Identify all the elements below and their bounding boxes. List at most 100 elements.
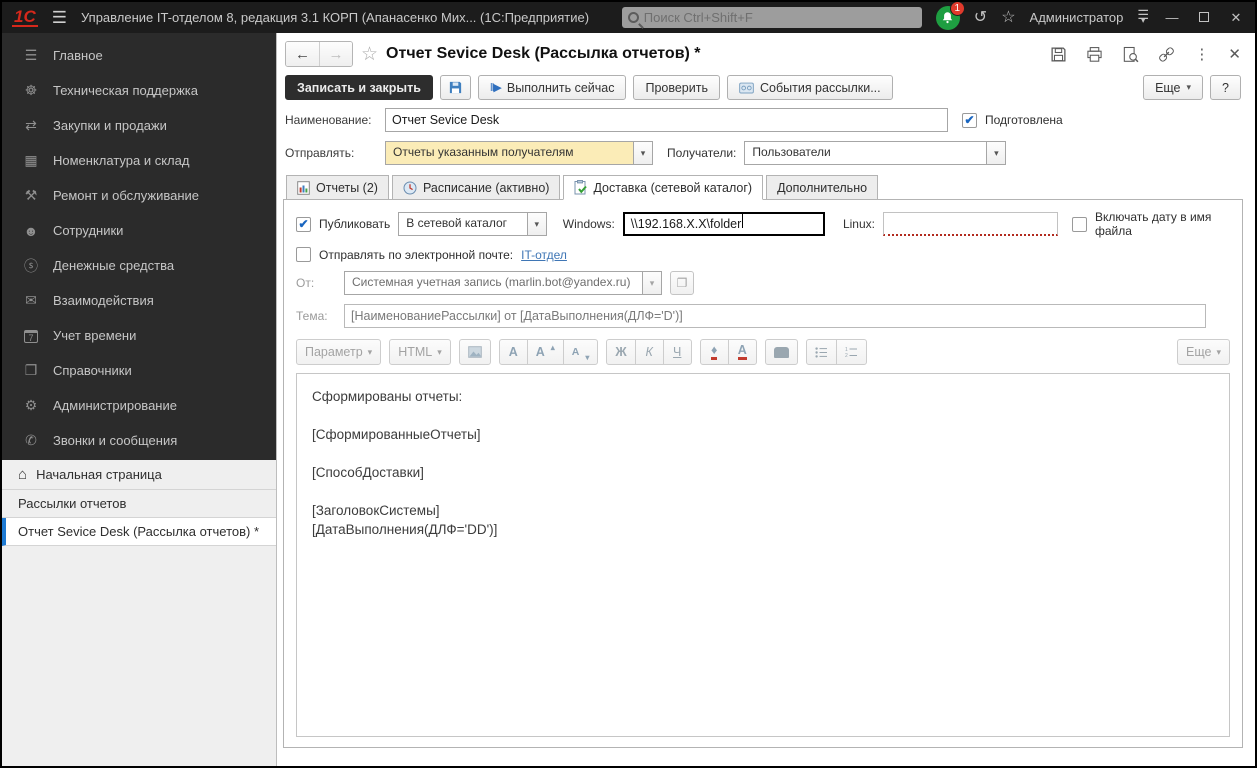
- sidebar-item-timetracking[interactable]: 7 Учет времени: [2, 318, 276, 353]
- main-menu-icon[interactable]: ☰: [52, 8, 67, 28]
- sidebar-item-repair[interactable]: ⚒ Ремонт и обслуживание: [2, 178, 276, 213]
- sidebar-item-calls[interactable]: ✆ Звонки и сообщения: [2, 423, 276, 458]
- send-mode-combobox[interactable]: Отчеты указанным получателям ▾: [385, 141, 653, 165]
- tab-additional[interactable]: Дополнительно: [766, 175, 878, 200]
- up-mark-icon: ▴: [551, 343, 555, 352]
- include-date-checkbox[interactable]: [1072, 217, 1087, 232]
- check-button[interactable]: Проверить: [633, 75, 720, 100]
- sidebar-item-label: Ремонт и обслуживание: [53, 188, 199, 203]
- send-email-checkbox[interactable]: [296, 247, 311, 262]
- tab-schedule[interactable]: Расписание (активно): [392, 175, 560, 200]
- search-input[interactable]: [644, 10, 916, 25]
- sidebar-item-catalogs[interactable]: ❐ Справочники: [2, 353, 276, 388]
- dropdown-arrow-icon: ▾: [642, 272, 661, 294]
- sidebar-item-label: Номенклатура и склад: [53, 153, 189, 168]
- include-date-label: Включать дату в имя файла: [1095, 210, 1230, 238]
- prepared-checkbox[interactable]: ✔: [962, 113, 977, 128]
- parameter-button: Параметр ▾: [296, 339, 381, 365]
- sidebar-item-purchases[interactable]: ⇄ Закупки и продажи: [2, 108, 276, 143]
- sidebar-item-money[interactable]: ⓢ Денежные средства: [2, 248, 276, 283]
- recipients-combobox[interactable]: Пользователи ▾: [744, 141, 1006, 165]
- font-increase-button: А▴: [527, 339, 564, 365]
- favorite-star-icon[interactable]: ☆: [361, 43, 378, 66]
- sidebar: ☰ Главное ☸ Техническая поддержка ⇄ Заку…: [2, 33, 276, 766]
- lifebuoy-icon: ☸: [22, 82, 40, 99]
- dropdown-arrow-icon[interactable]: ▾: [633, 142, 652, 164]
- sidebar-item-label: Техническая поддержка: [53, 83, 198, 98]
- opened-tab-report-active[interactable]: Отчет Sevice Desk (Рассылка отчетов) *: [2, 518, 276, 546]
- message-body-editor[interactable]: Сформированы отчеты: [СформированныеОтче…: [296, 373, 1230, 737]
- history-icon[interactable]: ↺: [974, 10, 987, 26]
- forward-button[interactable]: →: [319, 42, 352, 66]
- sidebar-item-interactions[interactable]: ✉ Взаимодействия: [2, 283, 276, 318]
- sidebar-item-label: Взаимодействия: [53, 293, 154, 308]
- send-mode-value: Отчеты указанным получателям: [386, 142, 633, 164]
- people-icon: ☻: [22, 223, 40, 239]
- windows-path-value: \\192.168.X.X\folder: [631, 217, 742, 231]
- favorites-star-icon[interactable]: ☆: [1001, 10, 1015, 26]
- help-button[interactable]: ?: [1210, 75, 1241, 100]
- from-row: От: Системная учетная запись (marlin.bot…: [296, 271, 1230, 295]
- window-close-button[interactable]: ✕: [1227, 10, 1245, 26]
- moneybag-icon: ⓢ: [22, 256, 40, 276]
- notifications-button[interactable]: 1: [936, 6, 960, 30]
- back-button[interactable]: ←: [286, 42, 319, 66]
- dropdown-arrow-icon[interactable]: ▾: [527, 213, 546, 235]
- sidebar-item-administration[interactable]: ⚙ Администрирование: [2, 388, 276, 423]
- tab-delivery[interactable]: Доставка (сетевой каталог): [563, 175, 763, 200]
- preview-icon[interactable]: [1122, 46, 1139, 63]
- publish-label: Публиковать: [319, 217, 390, 231]
- sidebar-empty-area: [2, 546, 276, 766]
- run-now-button[interactable]: ‖▶ Выполнить сейчас: [478, 75, 627, 100]
- home-page-row[interactable]: ⌂ Начальная страница: [2, 460, 276, 490]
- service-menu-icon[interactable]: ☰ ▾: [1137, 12, 1149, 24]
- body-line: [СпособДоставки]: [312, 463, 1214, 482]
- sidebar-item-stock[interactable]: ▦ Номенклатура и склад: [2, 143, 276, 178]
- body-line: [ЗаголовокСистемы]: [312, 501, 1214, 520]
- sidebar-item-label: Справочники: [53, 363, 132, 378]
- from-account-value: Системная учетная запись (marlin.bot@yan…: [345, 272, 642, 294]
- editor-more-button: Еще ▾: [1177, 339, 1230, 365]
- name-input[interactable]: [385, 108, 948, 132]
- current-user[interactable]: Администратор: [1030, 10, 1124, 25]
- form-close-icon[interactable]: ✕: [1228, 45, 1241, 63]
- opened-tab-mailings[interactable]: Рассылки отчетов: [2, 490, 276, 518]
- save-icon[interactable]: [1050, 46, 1067, 63]
- print-icon[interactable]: [1086, 46, 1103, 63]
- sidebar-item-label: Звонки и сообщения: [53, 433, 177, 448]
- more-dots-icon[interactable]: ⋮: [1194, 45, 1209, 63]
- save-button[interactable]: [440, 75, 471, 100]
- sidebar-item-employees[interactable]: ☻ Сотрудники: [2, 213, 276, 248]
- envelope-icon: ✉: [22, 292, 40, 309]
- more-button[interactable]: Еще ▾: [1143, 75, 1203, 100]
- search-icon: [628, 12, 639, 23]
- it-department-link[interactable]: IT-отдел: [521, 248, 567, 262]
- save-and-close-button[interactable]: Записать и закрыть: [285, 75, 433, 100]
- run-icon: ‖▶: [490, 81, 501, 94]
- maximize-button[interactable]: [1195, 10, 1213, 25]
- global-search[interactable]: [622, 7, 922, 28]
- from-label: От:: [296, 276, 336, 290]
- sidebar-item-tech-support[interactable]: ☸ Техническая поддержка: [2, 73, 276, 108]
- font-glyph: А: [572, 346, 580, 358]
- sidebar-item-main[interactable]: ☰ Главное: [2, 38, 276, 73]
- publish-checkbox[interactable]: ✔: [296, 217, 311, 232]
- html-mode-button: HTML ▾: [389, 339, 451, 365]
- bulleted-list-icon: [815, 347, 828, 358]
- dropdown-arrow-icon[interactable]: ▾: [986, 142, 1005, 164]
- mailing-events-button[interactable]: События рассылки...: [727, 75, 893, 100]
- navigation-buttons: ← →: [285, 41, 353, 67]
- linux-path-input[interactable]: [883, 212, 1058, 236]
- windows-path-input[interactable]: \\192.168.X.X\folder: [623, 212, 825, 236]
- text-color-icon: А: [738, 344, 747, 360]
- main-area: ← → ☆ Отчет Sevice Desk (Рассылка отчето…: [276, 33, 1255, 766]
- tab-reports[interactable]: Отчеты (2): [286, 175, 389, 200]
- tab-label: Дополнительно: [777, 181, 867, 195]
- bold-button: Ж: [606, 339, 635, 365]
- send-email-label: Отправлять по электронной почте:: [319, 248, 513, 262]
- insert-image-button: [459, 339, 491, 365]
- chevron-down-icon: ▾: [368, 347, 373, 358]
- minimize-button[interactable]: —: [1163, 10, 1181, 25]
- publish-target-combobox[interactable]: В сетевой каталог ▾: [398, 212, 547, 236]
- link-icon[interactable]: [1158, 46, 1175, 63]
